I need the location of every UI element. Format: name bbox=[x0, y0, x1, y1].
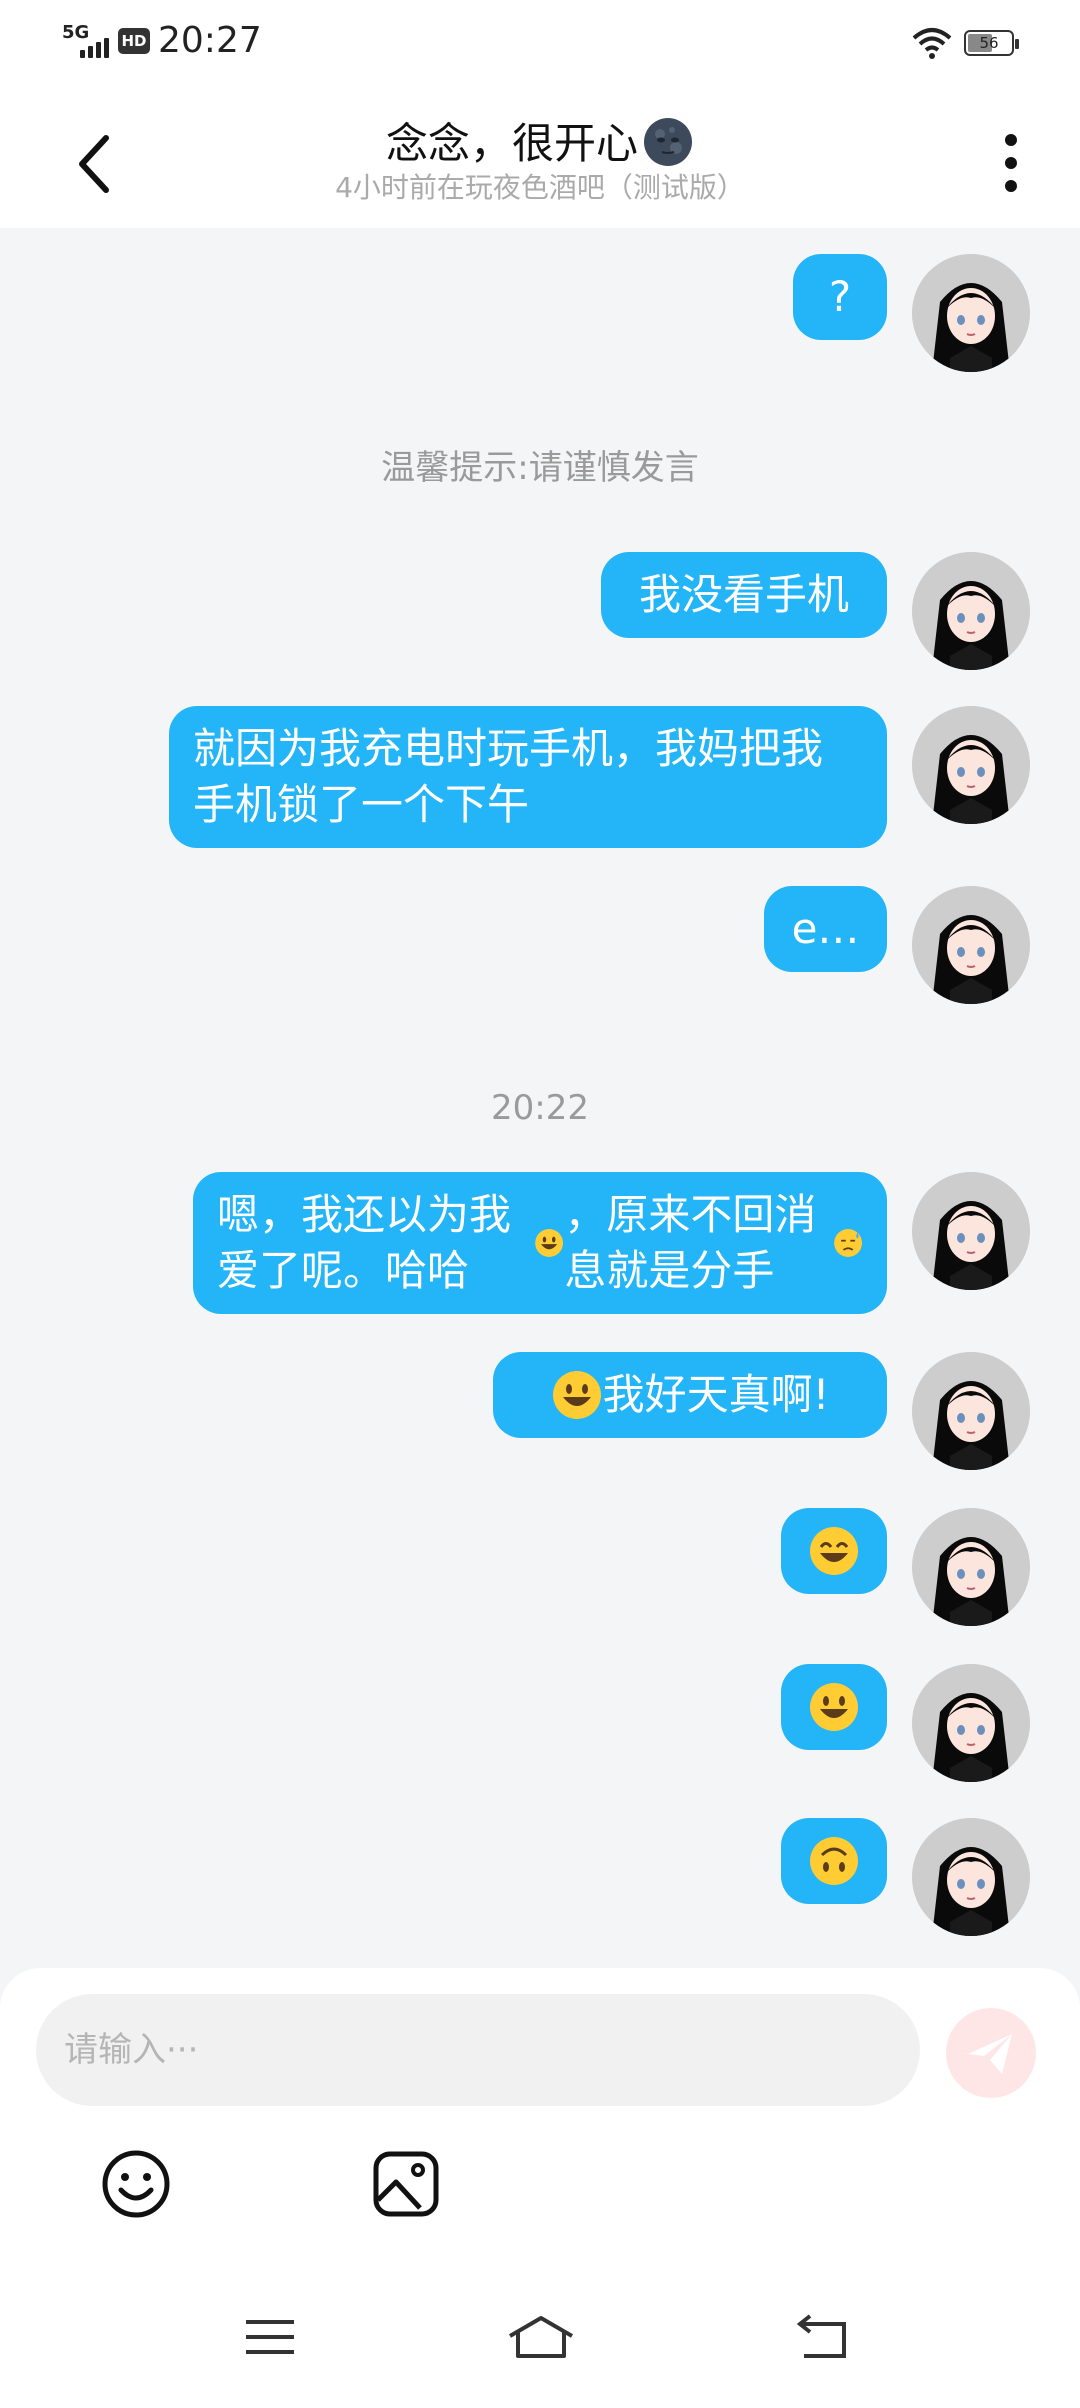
message-bubble[interactable] bbox=[781, 1818, 887, 1904]
grinning-face-icon bbox=[552, 1371, 601, 1419]
grinning-face-icon bbox=[810, 1683, 858, 1731]
contact-name: 念念，很开心 bbox=[385, 119, 638, 168]
message-text: 我好天真啊! bbox=[602, 1370, 830, 1419]
grinning-smiling-eyes-icon bbox=[810, 1527, 858, 1575]
network-type: 5G bbox=[62, 22, 90, 43]
message-bubble[interactable]: 嗯，我还以为我爱了呢。哈哈 ，原来不回消息就是分手 bbox=[193, 1172, 887, 1314]
avatar-image bbox=[912, 1664, 1030, 1782]
avatar-image bbox=[912, 1508, 1030, 1626]
message-bubble[interactable] bbox=[781, 1508, 887, 1594]
message-bubble[interactable]: ? bbox=[793, 254, 887, 340]
warning-tip: 温馨提示:请谨慎发言 bbox=[381, 448, 699, 488]
avatar-image bbox=[912, 1172, 1030, 1290]
avatar-image bbox=[912, 706, 1030, 824]
timestamp: 20:22 bbox=[491, 1088, 589, 1128]
avatar-image bbox=[912, 552, 1030, 670]
hd-badge: HD bbox=[118, 28, 150, 54]
avatar-image bbox=[912, 1352, 1030, 1470]
signal-icon: 5G bbox=[62, 22, 110, 58]
send-icon bbox=[968, 2034, 1012, 2074]
avatar-image bbox=[912, 1818, 1030, 1936]
image-icon[interactable] bbox=[370, 2148, 442, 2220]
avatar[interactable] bbox=[912, 706, 1030, 824]
message-bubble[interactable]: 我没看手机 bbox=[601, 552, 887, 638]
avatar[interactable] bbox=[912, 552, 1030, 670]
battery-level: 56 bbox=[979, 34, 999, 52]
message-text: 嗯，我还以为我爱了呢。哈哈 bbox=[217, 1190, 512, 1295]
avatar-image bbox=[912, 886, 1030, 1004]
wifi-icon bbox=[912, 28, 952, 59]
home-icon[interactable] bbox=[506, 2312, 576, 2362]
avatar[interactable] bbox=[912, 1352, 1030, 1470]
more-vertical-icon[interactable] bbox=[996, 128, 1026, 198]
status-time: 20:27 bbox=[158, 20, 262, 61]
message-bubble[interactable] bbox=[781, 1664, 887, 1750]
message-bubble[interactable]: 就因为我充电时玩手机，我妈把我手机锁了一个下午 bbox=[169, 706, 887, 848]
new-moon-face-icon bbox=[644, 118, 692, 166]
chat-header: 念念，很开心 4小时前在玩夜色酒吧（测试版） bbox=[0, 88, 1080, 228]
avatar[interactable] bbox=[912, 886, 1030, 1004]
message-bubble[interactable]: e… bbox=[764, 886, 887, 972]
message-text: ，原来不回消息就是分手 bbox=[564, 1190, 817, 1295]
downcast-face-sweat-icon bbox=[833, 1229, 862, 1257]
upside-down-face-icon bbox=[810, 1837, 858, 1885]
avatar[interactable] bbox=[912, 254, 1030, 372]
message-bubble[interactable]: 我好天真啊! bbox=[493, 1352, 887, 1438]
avatar[interactable] bbox=[912, 1172, 1030, 1290]
grinning-face-icon bbox=[535, 1229, 564, 1257]
return-icon[interactable] bbox=[794, 2312, 854, 2362]
send-button[interactable] bbox=[946, 2008, 1036, 2098]
chat-subtitle: 4小时前在玩夜色酒吧（测试版） bbox=[335, 171, 745, 204]
message-input[interactable] bbox=[36, 1994, 920, 2106]
emoji-icon[interactable] bbox=[100, 2148, 172, 2220]
avatar-image bbox=[912, 254, 1030, 372]
chat-title: 念念，很开心 bbox=[0, 110, 1080, 171]
battery-icon: 56 bbox=[964, 30, 1019, 56]
avatar[interactable] bbox=[912, 1508, 1030, 1626]
avatar[interactable] bbox=[912, 1664, 1030, 1782]
status-bar: 5G HD 20:27 56 bbox=[0, 0, 1080, 88]
avatar[interactable] bbox=[912, 1818, 1030, 1936]
menu-icon[interactable] bbox=[240, 2312, 300, 2362]
